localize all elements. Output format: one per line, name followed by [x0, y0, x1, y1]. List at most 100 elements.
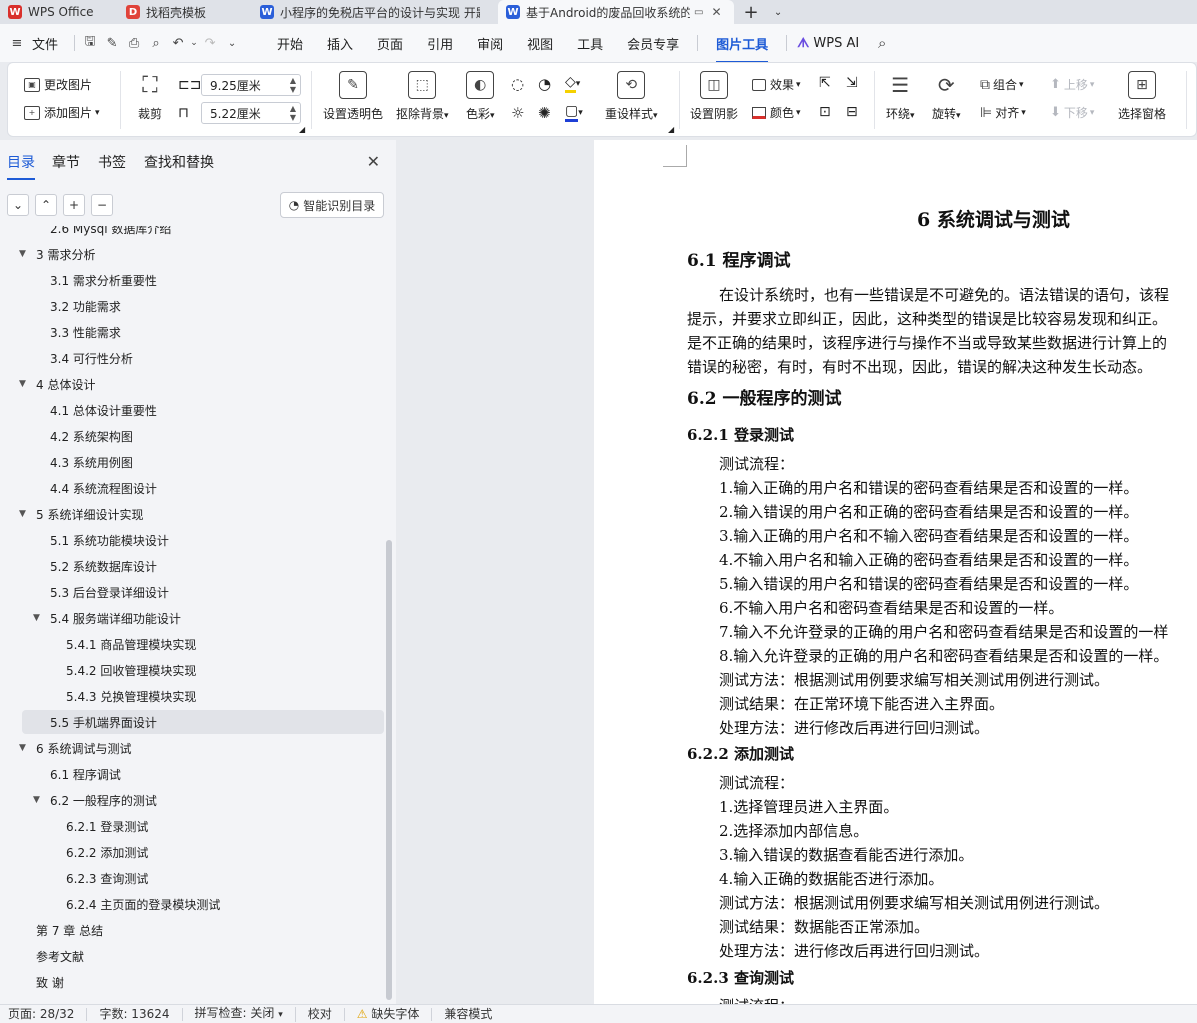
selection-pane-button[interactable]: ⊞ 选择窗格 — [1118, 71, 1166, 122]
group-button[interactable]: ⧉ 组合 ▾ — [980, 76, 1024, 93]
toc-item[interactable]: ▼ 5.4 服务端详细功能设计 — [0, 606, 380, 630]
toc-item[interactable]: 3.2 功能需求 — [0, 294, 380, 318]
remove-background-button[interactable]: ⬚ 抠除背景▾ — [396, 71, 449, 122]
contrast-down-icon[interactable]: ◔ — [538, 75, 551, 93]
wrap-button[interactable]: ☰ 环绕▾ — [886, 71, 915, 122]
toc-item[interactable]: 6.1 程序调试 — [0, 762, 380, 786]
shift-left-small-icon[interactable]: ⊡ — [819, 104, 831, 120]
menu-picture-tools[interactable]: 图片工具 — [704, 34, 780, 63]
hamburger-menu-icon[interactable]: ≡ — [6, 36, 28, 51]
align-button[interactable]: ⊫ 对齐 ▾ — [980, 104, 1026, 121]
monitor-icon[interactable]: ▭ — [694, 7, 703, 18]
print-preview-icon[interactable]: ⌕ — [145, 36, 167, 51]
tab-chapters[interactable]: 章节 — [52, 152, 80, 172]
toc-item[interactable]: 3.4 可行性分析 — [0, 346, 380, 370]
toc-item[interactable]: 5.2 系统数据库设计 — [0, 554, 380, 578]
expand-triangle-icon[interactable]: ▼ — [19, 379, 31, 389]
expand-triangle-icon[interactable]: ▼ — [33, 613, 45, 623]
proofread-button[interactable]: 校对 — [296, 1007, 345, 1021]
rotate-button[interactable]: ⟳ 旋转▾ — [932, 71, 961, 122]
menu-tools[interactable]: 工具 — [565, 34, 615, 53]
restyle-button[interactable]: ⟲ 重设样式▾ — [605, 71, 658, 122]
tab-document-1[interactable]: W 小程序的免税店平台的设计与实现 开题 — [252, 0, 498, 24]
expand-triangle-icon[interactable]: ▼ — [33, 795, 45, 805]
bring-forward-button[interactable]: ⬆ 上移 ▾ — [1050, 76, 1094, 93]
tab-bookmarks[interactable]: 书签 — [98, 152, 126, 172]
contrast-up-icon[interactable]: ◌ — [511, 75, 524, 93]
spell-check-toggle[interactable]: 拼写检查: 关闭 ▾ — [183, 1006, 296, 1022]
border-color-icon[interactable]: ▢ ▾ — [565, 103, 583, 122]
new-tab-button[interactable]: + — [734, 0, 768, 24]
menu-file[interactable]: 文件 — [28, 34, 70, 53]
toc-item[interactable]: 6.2.3 查询测试 — [0, 866, 380, 890]
menu-reference[interactable]: 引用 — [415, 34, 465, 53]
spin-arrows-icon[interactable]: ▲ ▼ — [290, 104, 296, 122]
toc-item[interactable]: 6.2.4 主页面的登录模块测试 — [0, 892, 380, 916]
toc-item[interactable]: 第 7 章 总结 — [0, 918, 380, 942]
picture-color-button[interactable]: 颜色 ▾ — [752, 104, 801, 121]
toc-item[interactable]: 5.1 系统功能模块设计 — [0, 528, 380, 552]
menu-review[interactable]: 审阅 — [465, 34, 515, 53]
move-up-small-icon[interactable]: ⇱ — [819, 75, 831, 91]
set-transparent-button[interactable]: ✎ 设置透明色 — [323, 71, 383, 122]
wps-ai-icon[interactable]: ᗑ — [797, 36, 809, 51]
more-chevron-icon[interactable]: ⌄ — [221, 38, 243, 49]
set-shadow-button[interactable]: ◫ 设置阴影 — [690, 71, 738, 122]
tab-wps-office[interactable]: W WPS Office — [0, 0, 118, 24]
save-icon[interactable]: 🖫 — [79, 32, 101, 54]
fill-color-icon[interactable]: ◇ ▾ — [565, 74, 580, 93]
shift-right-small-icon[interactable]: ⊟ — [846, 104, 858, 120]
brightness-down-icon[interactable]: ✺ — [538, 104, 551, 122]
toc-scrollbar[interactable] — [386, 540, 392, 1000]
expand-up-icon[interactable]: ⌃ — [35, 194, 57, 216]
move-down-small-icon[interactable]: ⇲ — [846, 75, 858, 91]
toc-item[interactable]: ▼ 5 系统详细设计实现 — [0, 502, 380, 526]
tab-docer[interactable]: D 找稻壳模板 — [118, 0, 252, 24]
spin-arrows-icon[interactable]: ▲ ▼ — [290, 76, 296, 94]
close-panel-icon[interactable]: ✕ — [367, 152, 380, 171]
toc-item[interactable]: 2.6 Mysql 数据库介绍 — [0, 226, 380, 240]
crop-button[interactable]: ⛶ 裁剪 — [136, 71, 164, 122]
tab-toc[interactable]: 目录 — [7, 152, 35, 180]
size-dialog-launcher-icon[interactable]: ◢ — [299, 125, 305, 134]
toc-item[interactable]: 5.4.2 回收管理模块实现 — [0, 658, 380, 682]
add-level-icon[interactable]: + — [63, 194, 85, 216]
menu-member[interactable]: 会员专享 — [615, 34, 691, 53]
collapse-down-icon[interactable]: ⌄ — [7, 194, 29, 216]
send-backward-button[interactable]: ⬇ 下移 ▾ — [1050, 104, 1094, 121]
expand-triangle-icon[interactable]: ▼ — [19, 249, 31, 259]
width-input[interactable]: 9.25厘米 ▲ ▼ — [201, 74, 301, 96]
tab-document-2[interactable]: W 基于Android的废品回收系统的 ▭ ✕ — [498, 0, 734, 24]
page-indicator[interactable]: 页面: 28/32 — [0, 1007, 88, 1021]
menu-wps-ai[interactable]: WPS AI — [809, 36, 871, 51]
search-icon[interactable]: ⌕ — [871, 34, 893, 52]
toc-item[interactable]: 5.4.3 兑换管理模块实现 — [0, 684, 380, 708]
document-page[interactable]: 6 系统调试与测试 6.1 程序调试 在设计系统时，也有一些错误是不可避免的。语… — [594, 140, 1197, 1004]
toc-item[interactable]: ▼ 6 系统调试与测试 — [0, 736, 380, 760]
menu-page[interactable]: 页面 — [365, 34, 415, 53]
toc-item[interactable]: 4.2 系统架构图 — [0, 424, 380, 448]
undo-icon[interactable]: ↶ — [167, 36, 189, 51]
toc-item[interactable]: ▼ 4 总体设计 — [0, 372, 380, 396]
expand-triangle-icon[interactable]: ▼ — [19, 509, 31, 519]
brightness-up-icon[interactable]: ☼ — [511, 104, 524, 122]
toc-item[interactable]: 5.3 后台登录详细设计 — [0, 580, 380, 604]
undo-dropdown-icon[interactable]: ⌄ — [189, 38, 199, 48]
toc-item[interactable]: 3.3 性能需求 — [0, 320, 380, 344]
missing-font-button[interactable]: ⚠ 缺失字体 — [345, 1007, 433, 1021]
close-icon[interactable]: ✕ — [711, 5, 721, 19]
toc-item[interactable]: 4.3 系统用例图 — [0, 450, 380, 474]
toc-item[interactable]: 5.5 手机端界面设计 — [22, 710, 384, 734]
tab-list-chevron-icon[interactable]: ⌄ — [768, 0, 788, 24]
menu-start[interactable]: 开始 — [265, 34, 315, 53]
change-picture-button[interactable]: ▣ 更改图片 — [24, 76, 92, 93]
redo-icon[interactable]: ↷ — [199, 36, 221, 51]
smart-toc-button[interactable]: ◔ 智能识别目录 — [280, 192, 384, 218]
remove-level-icon[interactable]: − — [91, 194, 113, 216]
menu-view[interactable]: 视图 — [515, 34, 565, 53]
toc-item[interactable]: ▼ 6.2 一般程序的测试 — [0, 788, 380, 812]
toc-item[interactable]: 参考文献 — [0, 944, 380, 968]
word-count[interactable]: 字数: 13624 — [87, 1007, 183, 1021]
format-painter-icon[interactable]: ✎ — [101, 36, 123, 51]
style-dialog-launcher-icon[interactable]: ◢ — [668, 125, 674, 134]
